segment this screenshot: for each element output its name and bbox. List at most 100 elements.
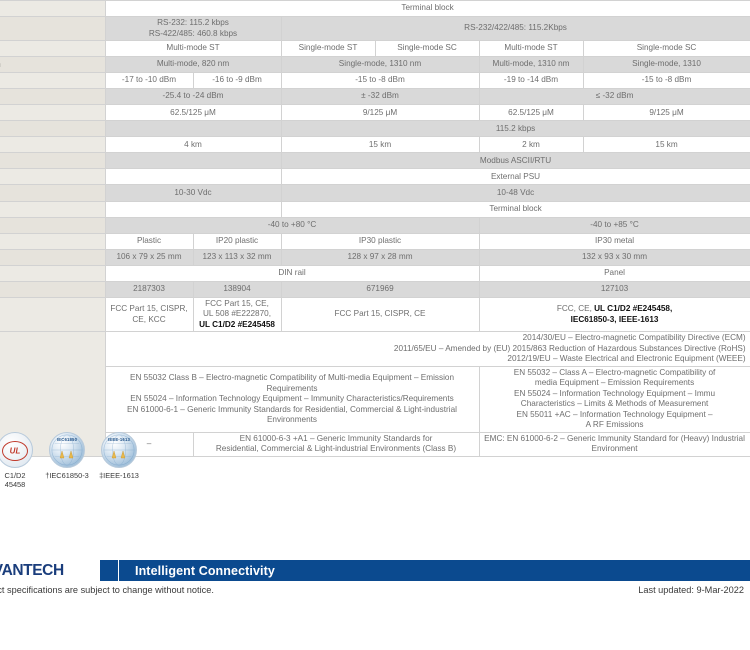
footer-disclaimer: oduct specifications are subject to chan…	[0, 585, 214, 595]
cert4-line1: FCC, CE,	[556, 304, 592, 314]
row-label-output-power: er Output Power	[0, 72, 106, 90]
row-label-power-input: er Input	[0, 184, 106, 202]
cell-pin-2: 10-48 Vdc	[280, 184, 750, 202]
advantech-logo: DVANTECH	[0, 560, 100, 581]
cell-cert-3: FCC Part 15, CISPR, CE	[280, 296, 480, 333]
cell-dist-1: 4 km	[104, 136, 282, 154]
row-label-dimensions: ensions	[0, 248, 106, 266]
table-row: al Connector Terminal block	[0, 0, 750, 18]
table-row: er Connector Multi-mode ST Single-mode S…	[0, 40, 750, 58]
table-row: BF (MIL217F), hours 2187303 138904 67196…	[0, 280, 750, 298]
cell-fiber-conn-5: Single-mode SC	[582, 40, 750, 58]
cell-temp-1: -40 to +80 °C	[104, 216, 480, 234]
cell-output-2: -16 to -9 dBm	[192, 72, 282, 90]
cell-psrc-value: External PSU	[280, 168, 750, 186]
cell-fiber-type-4: Single-mode, 1310	[582, 56, 750, 74]
cell-mtbf-1: 2187303	[104, 280, 194, 298]
serial-rate-line2: RS-422/485: 460.8 kbps	[148, 28, 238, 38]
right-standard-2: media Equipment – Emission Requirements	[534, 378, 695, 388]
cell-temp-2: -40 to +85 °C	[478, 216, 750, 234]
cell-bus-blank	[104, 152, 282, 170]
row-label-fiber-type: er Type / Wavelength	[0, 56, 106, 74]
cell-sens-1: -25.4 to -24 dBm	[104, 88, 282, 106]
cert4-bold1: UL C1/D2 #E245458,	[594, 304, 673, 314]
cell-output-3: -15 to -8 dBm	[280, 72, 480, 90]
cell-mtbf-2: 138904	[192, 280, 282, 298]
ieee-globe-icon: IEEE-1613	[101, 432, 137, 468]
row-label-enclosure: losure	[0, 232, 106, 250]
ieee-badge-top-text: IEEE-1613	[107, 437, 131, 442]
cell-sens-2: ± -32 dBm	[280, 88, 480, 106]
cert4-bold2: IEC61850-3, IEEE-1613	[570, 314, 659, 324]
cert2-line2: UL 508 #E222870,	[203, 309, 271, 319]
cell-dim-1: 106 x 79 x 25 mm	[104, 248, 194, 266]
cell-serial-rate-right: RS-232/422/485: 115.2Kbps	[280, 16, 750, 42]
right-standard-1: EN 55032 – Class A – Electro-magnetic Co…	[513, 367, 716, 377]
footer-divider	[118, 560, 119, 581]
cell-eu-directives: 2014/30/EU – Electro-magnetic Compatibil…	[104, 331, 750, 367]
row-label-fiber-connector: er Connector	[0, 40, 106, 58]
cert2-line3: UL C1/D2 #E245458	[199, 319, 275, 329]
cell-encl-2: IP20 plastic	[192, 232, 282, 250]
cell-cable-4: 9/125 μM	[582, 104, 750, 122]
table-row: eive Sensitivity -25.4 to -24 dBm ± -32 …	[0, 88, 750, 106]
iec-badge-top-text: IEC61850	[56, 437, 78, 442]
cell-sens-3: ≤ -32 dBm	[478, 88, 750, 106]
right-standard-3: EN 55024 – Information Technology Equipm…	[514, 388, 716, 398]
row-label-serial-data-rate: al Data Rate, max.	[0, 16, 106, 42]
row-label-industrial-bus: ustrial Bus	[0, 152, 106, 170]
cell-cert-2: FCC Part 15, CE, UL 508 #E222870, UL C1/…	[192, 296, 282, 333]
cell-fiber-type-2: Single-mode, 1310 nm	[280, 56, 480, 74]
hands-icon	[59, 450, 74, 459]
ul-caption-line2: 45458	[4, 480, 26, 490]
directive-3: 2012/19/EU – Waste Electrical and Electr…	[507, 354, 746, 364]
badge-caption-ieee: ‡IEEE-1613	[99, 471, 139, 480]
table-row: er Data Rate, max. 115.2 kbps	[0, 120, 750, 138]
ul-c1d2-icon: UL	[0, 432, 33, 468]
cert2-line1: FCC Part 15, CE,	[205, 298, 269, 308]
cell-fiber-type-1: Multi-mode, 820 nm	[104, 56, 282, 74]
row-label-fiber-cable: er Cable	[0, 104, 106, 122]
cell-serial-connector-value: Terminal block	[104, 0, 750, 18]
cell-encl-4: IP30 metal	[478, 232, 750, 250]
cell-dist-4: 15 km	[582, 136, 750, 154]
cell-serial-rate-left: RS-232: 115.2 kbps RS-422/485: 460.8 kbp…	[104, 16, 282, 42]
ul-text-glyph: UL	[9, 446, 21, 456]
cell-bus-value: Modbus ASCII/RTU	[280, 152, 750, 170]
footer-tagline: Intelligent Connectivity	[135, 563, 275, 578]
cell-psrc-blank	[104, 168, 282, 186]
table-row: losure Plastic IP20 plastic IP30 plastic…	[0, 232, 750, 250]
cell-fiber-conn-1: Multi-mode ST	[104, 40, 282, 58]
row-label-power-connector: er Connector	[0, 200, 106, 218]
row-label-receive-sensitivity: eive Sensitivity	[0, 88, 106, 106]
cell-pconn-blank	[104, 200, 282, 218]
cell-fiber-conn-3: Single-mode SC	[374, 40, 480, 58]
row-label-fiber-distance: er Distance	[0, 136, 106, 154]
cell-dim-2: 123 x 113 x 32 mm	[192, 248, 282, 266]
spec-sheet-page: al Connector Terminal block al Data Rate…	[0, 0, 750, 650]
cell-mtbf-4: 127103	[478, 280, 750, 298]
table-row: EN 55032 Class B – Electro-magnetic Comp…	[0, 365, 750, 433]
cell-encl-3: IP30 plastic	[280, 232, 480, 250]
cell-cable-3: 62.5/125 μM	[478, 104, 584, 122]
cell-fiber-conn-2: Single-mode ST	[280, 40, 376, 58]
cell-output-5: -15 to -8 dBm	[582, 72, 750, 90]
cell-mount-2: Panel	[478, 264, 750, 282]
table-row: er Input 10-30 Vdc 10-48 Vdc	[0, 184, 750, 202]
cell-dist-3: 2 km	[478, 136, 584, 154]
cell-pin-1: 10-30 Vdc	[104, 184, 282, 202]
footer-last-updated: Last updated: 9-Mar-2022	[638, 585, 744, 595]
table-row: er Connector Terminal block	[0, 200, 750, 218]
footer-bar: DVANTECH Intelligent Connectivity	[0, 560, 750, 581]
iec61850-globe-icon: IEC61850	[49, 432, 85, 468]
cell-emc-right: EMC: EN 61000-6-2 – Generic Immunity Sta…	[478, 431, 750, 457]
cell-mtbf-3: 671969	[280, 280, 480, 298]
cell-pconn-value: Terminal block	[280, 200, 750, 218]
cell-dist-2: 15 km	[280, 136, 480, 154]
advantech-logo-text: DVANTECH	[0, 561, 64, 579]
table-row: er Source External PSU	[0, 168, 750, 186]
table-row: ustrial Bus Modbus ASCII/RTU	[0, 152, 750, 170]
cell-encl-1: Plastic	[104, 232, 194, 250]
row-label-mtbf: BF (MIL217F), hours	[0, 280, 106, 298]
table-row: ulatory/Approvals/ ifications 2014/30/EU…	[0, 331, 750, 457]
